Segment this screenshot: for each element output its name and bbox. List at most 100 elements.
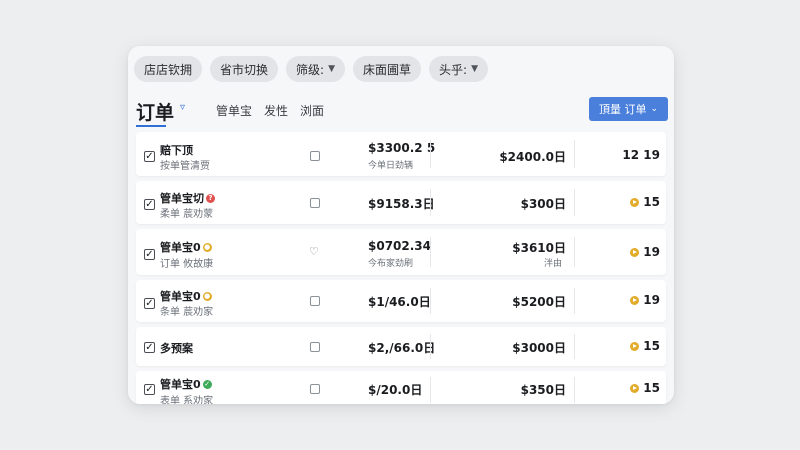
row-name: 赔下顶 bbox=[160, 142, 193, 158]
row-amount-primary: $/20.0日 bbox=[368, 383, 423, 397]
list-item[interactable]: ✓ 管单宝0 ✓ 表单 系劝家 $/20.0日 $350日 15 bbox=[136, 371, 666, 404]
row-count-text: 19 bbox=[643, 245, 660, 259]
status-badge-icon: ● bbox=[202, 242, 212, 252]
row-amount-secondary-note: 泮由 bbox=[543, 259, 562, 269]
row-count: 15 bbox=[630, 381, 660, 395]
row-checkbox[interactable]: ✓ bbox=[144, 249, 155, 260]
filter-chip-label: 筛级: bbox=[296, 62, 325, 77]
row-amount-secondary: $350日 bbox=[520, 383, 566, 397]
row-amount-primary: $1/46.0日 bbox=[368, 295, 431, 309]
column-divider bbox=[574, 140, 575, 168]
column-divider bbox=[430, 288, 431, 314]
row-amount-primary: $0702.34 bbox=[368, 239, 432, 253]
row-amount-secondary: $300日 bbox=[520, 197, 566, 211]
filter-dropdown-level[interactable]: 筛级: ▼ bbox=[286, 56, 345, 82]
filter-chip-region[interactable]: 省市切换 bbox=[210, 56, 279, 82]
row-count: 15 bbox=[630, 339, 660, 353]
list-item[interactable]: ✓ 管单宝切? 柔单 莀劝蒙 $9158.3日 $300日 15 bbox=[136, 181, 666, 224]
row-checkbox[interactable]: ✓ bbox=[144, 298, 155, 309]
row-select-box[interactable] bbox=[310, 384, 320, 394]
list-item[interactable]: ✓ 管单宝0 ● 条单 莀劝家 $1/46.0日 $5200日 19 bbox=[136, 280, 666, 322]
row-subtitle: 条单 莀劝家 bbox=[160, 307, 214, 318]
tab-bar: 管单宝 发性 浏面 bbox=[216, 102, 324, 119]
row-name-text: 赔下顶 bbox=[160, 144, 193, 157]
row-name: 管单宝0 ✓ bbox=[160, 376, 212, 392]
bulk-orders-button[interactable]: 頂量 订单 ⌄ bbox=[588, 97, 668, 121]
filter-chip-label: 店店钦拥 bbox=[144, 62, 193, 77]
column-divider bbox=[430, 140, 431, 168]
row-count: 12 19 bbox=[622, 148, 660, 162]
column-divider bbox=[574, 189, 575, 216]
row-select-box[interactable] bbox=[310, 151, 320, 161]
column-divider bbox=[430, 334, 431, 359]
row-name-text: 管单宝0 bbox=[160, 378, 201, 391]
column-divider bbox=[430, 377, 431, 403]
row-name-text: 多预案 bbox=[160, 342, 193, 355]
filter-chip-category[interactable]: 床面圃草 bbox=[353, 56, 422, 82]
row-count: 19 bbox=[630, 293, 660, 307]
filter-bar: 店店钦拥 省市切换 筛级: ▼ 床面圃草 头乎: ▼ bbox=[134, 56, 488, 82]
row-count-text: 15 bbox=[643, 339, 660, 353]
row-checkbox[interactable]: ✓ bbox=[144, 151, 155, 162]
column-divider bbox=[430, 189, 431, 216]
row-name: 管单宝0 ● bbox=[160, 239, 212, 255]
row-amount-secondary: $2400.0日 bbox=[499, 150, 566, 164]
row-amount-secondary: $5200日 bbox=[512, 295, 566, 309]
filter-dropdown-head[interactable]: 头乎: ▼ bbox=[429, 56, 488, 82]
filter-chip-label: 头乎: bbox=[439, 62, 468, 77]
row-count-text: 19 bbox=[643, 293, 660, 307]
list-item[interactable]: ✓ 赔下顶 按单管清贾 $3300.2 5 今单日劲辆 $2400.0日 12 … bbox=[136, 132, 666, 176]
coin-icon bbox=[630, 197, 640, 207]
filter-chip-label: 床面圃草 bbox=[363, 62, 412, 77]
title-underline bbox=[136, 125, 166, 127]
column-divider bbox=[574, 237, 575, 267]
list-item[interactable]: ✓ 多预案 $2,/66.0日 $3000日 15 bbox=[136, 327, 666, 366]
panel-header: 订单 ▿ 管单宝 发性 浏面 頂量 订单 ⌄ bbox=[136, 97, 668, 127]
orders-panel: 店店钦拥 省市切换 筛级: ▼ 床面圃草 头乎: ▼ 订单 ▿ 管单宝 发性 浏面 … bbox=[128, 46, 674, 404]
coin-icon bbox=[630, 295, 640, 305]
row-amount-primary: $9158.3日 bbox=[368, 197, 435, 211]
row-amount-secondary: $3000日 bbox=[512, 341, 566, 355]
alert-badge-icon: ? bbox=[206, 193, 215, 203]
row-name-text: 管单宝0 bbox=[160, 241, 201, 254]
status-badge-icon: ● bbox=[202, 291, 212, 301]
column-divider bbox=[574, 288, 575, 314]
row-checkbox[interactable]: ✓ bbox=[144, 342, 155, 353]
chevron-down-icon: ⌄ bbox=[650, 104, 658, 114]
row-name-text: 管单宝0 bbox=[160, 290, 201, 303]
filter-chip-label: 省市切换 bbox=[220, 62, 269, 77]
tab-shipping[interactable]: 发性 bbox=[264, 102, 288, 119]
check-badge-icon: ✓ bbox=[202, 379, 212, 389]
row-count-text: 15 bbox=[643, 195, 660, 209]
column-divider bbox=[574, 334, 575, 359]
row-select-box[interactable] bbox=[310, 296, 320, 306]
row-name: 管单宝0 ● bbox=[160, 288, 212, 304]
row-amount-primary: $2,/66.0日 bbox=[368, 341, 436, 355]
filter-chip-store[interactable]: 店店钦拥 bbox=[134, 56, 203, 82]
row-checkbox[interactable]: ✓ bbox=[144, 384, 155, 395]
list-item[interactable]: ✓ 管单宝0 ● 订单 攸故康 ♡ $0702.34 今布家劲刷 $3610日 泮… bbox=[136, 229, 666, 275]
row-amount-primary-note: 今布家劲刷 bbox=[368, 259, 414, 269]
row-amount-secondary: $3610日 bbox=[512, 241, 566, 255]
chevron-down-icon: ▼ bbox=[471, 64, 478, 74]
column-divider bbox=[430, 237, 431, 267]
tab-orders-manager[interactable]: 管单宝 bbox=[216, 102, 252, 119]
row-amount-primary: $3300.2 5 bbox=[368, 141, 436, 155]
column-divider bbox=[574, 377, 575, 403]
coin-icon bbox=[630, 247, 640, 257]
row-select-box[interactable] bbox=[310, 342, 320, 352]
row-checkbox[interactable]: ✓ bbox=[144, 199, 155, 210]
tab-browse[interactable]: 浏面 bbox=[300, 102, 324, 119]
heart-icon[interactable]: ♡ bbox=[309, 245, 319, 258]
bulk-orders-label: 頂量 订单 bbox=[598, 103, 647, 116]
coin-icon bbox=[630, 341, 640, 351]
row-name: 管单宝切? bbox=[160, 190, 215, 206]
row-count-text: 12 19 bbox=[622, 148, 660, 162]
row-name: 多预案 bbox=[160, 340, 193, 356]
page-title: 订单 bbox=[136, 102, 175, 124]
row-select-box[interactable] bbox=[310, 198, 320, 208]
title-dropdown-icon[interactable]: ▿ bbox=[180, 102, 185, 113]
row-count: 19 bbox=[630, 245, 660, 259]
chevron-down-icon: ▼ bbox=[328, 64, 335, 74]
row-subtitle: 按单管清贾 bbox=[160, 161, 210, 172]
